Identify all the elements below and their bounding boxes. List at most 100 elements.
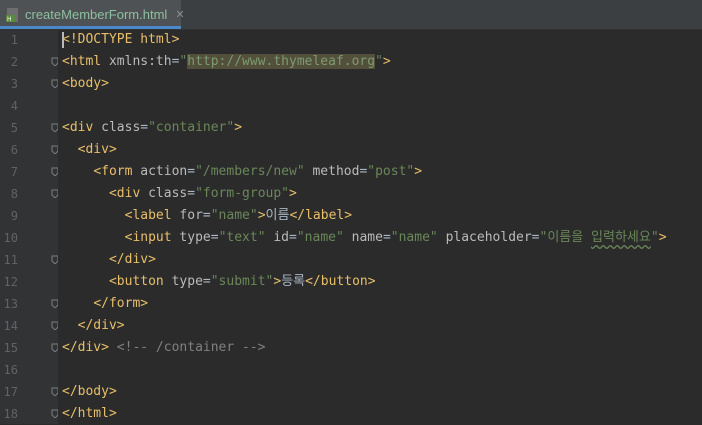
code-token: >: [658, 230, 667, 245]
code-text: </div>: [62, 315, 125, 337]
code-token: </div>: [62, 340, 109, 355]
code-token: </div>: [77, 318, 125, 333]
line-number: 18: [3, 407, 18, 421]
code-text: <button type="submit">등록</button>: [62, 271, 376, 293]
fold-marker-icon[interactable]: [51, 321, 58, 330]
code-line[interactable]: 6 <div>: [0, 139, 702, 161]
line-number: 4: [10, 99, 18, 113]
code-token: </form>: [93, 296, 149, 311]
code-token: =: [382, 230, 391, 245]
code-line[interactable]: 5 <div class="container">: [0, 117, 702, 139]
code-token: name: [351, 230, 383, 245]
file-tab[interactable]: H createMemberForm.html ✕: [0, 0, 185, 29]
code-token: class: [101, 120, 141, 135]
line-number: 7: [10, 165, 18, 179]
line-number: 6: [10, 143, 18, 157]
fold-marker-icon[interactable]: [51, 387, 58, 396]
code-token: </body>: [62, 384, 117, 399]
code-token: =: [289, 230, 297, 245]
code-text: <!DOCTYPE html>: [62, 29, 179, 51]
line-number: 9: [10, 209, 18, 223]
code-token: "submit": [210, 274, 274, 289]
code-token: <input: [124, 230, 180, 245]
code-token: "text": [218, 230, 266, 245]
code-line[interactable]: 11 </div>: [0, 249, 702, 271]
code-token: </div>: [108, 252, 156, 267]
code-token: ": [375, 54, 383, 69]
code-line[interactable]: 17 </body>: [0, 381, 702, 403]
code-text: <html xmlns:th="http://www.thymeleaf.org…: [62, 51, 391, 73]
code-line[interactable]: 12 <button type="submit">등록</button>: [0, 271, 702, 293]
code-line[interactable]: 8 <div class="form-group">: [0, 183, 702, 205]
code-text: <form action="/members/new" method="post…: [62, 161, 422, 183]
code-token: <div>: [77, 142, 117, 157]
line-number: 15: [3, 341, 18, 355]
code-token: >: [382, 54, 391, 69]
code-token: </button>: [305, 274, 376, 289]
line-number: 16: [3, 363, 18, 377]
code-token: </html>: [62, 406, 117, 421]
code-token: >: [234, 120, 243, 135]
code-line[interactable]: 1 <!DOCTYPE html>: [0, 29, 702, 51]
code-line[interactable]: 7 <form action="/members/new" method="po…: [0, 161, 702, 183]
line-number: 1: [10, 33, 18, 47]
code-line[interactable]: 14 </div>: [0, 315, 702, 337]
fold-marker-icon[interactable]: [51, 299, 58, 308]
code-token: "post": [367, 164, 415, 179]
fold-marker-icon[interactable]: [51, 167, 58, 176]
fold-marker-icon[interactable]: [51, 255, 58, 264]
code-token: xmlns:th: [108, 54, 172, 69]
code-line[interactable]: 18 </html>: [0, 403, 702, 425]
code-token: ": [650, 230, 659, 245]
svg-text:H: H: [7, 16, 12, 23]
fold-marker-icon[interactable]: [51, 189, 58, 198]
code-token: method: [312, 164, 360, 179]
code-text: </div> <!-- /container -->: [62, 337, 266, 359]
code-token: >: [414, 164, 423, 179]
fold-marker-icon[interactable]: [51, 79, 58, 88]
fold-marker-icon[interactable]: [51, 409, 58, 418]
code-token: <label: [124, 208, 180, 223]
line-number: 14: [3, 319, 18, 333]
code-text: <label for="name">이름</label>: [62, 205, 352, 227]
code-token: "name": [210, 208, 258, 223]
fold-marker-icon[interactable]: [51, 343, 58, 352]
code-line[interactable]: 13 </form>: [0, 293, 702, 315]
fold-marker-icon[interactable]: [51, 57, 58, 66]
code-token: "container": [148, 120, 235, 135]
line-number: 5: [10, 121, 18, 135]
code-token: =: [202, 274, 211, 289]
code-token: http://www.thymeleaf.org: [187, 54, 376, 69]
line-number: 17: [3, 385, 18, 399]
code-text: </body>: [62, 381, 117, 403]
code-token: for: [179, 208, 203, 223]
text-caret: [62, 32, 64, 48]
code-text: <div class="container">: [62, 117, 242, 139]
code-line[interactable]: 16: [0, 359, 702, 381]
line-number: 10: [3, 231, 18, 245]
code-token: class: [148, 186, 188, 201]
code-token: =: [202, 208, 211, 223]
close-icon[interactable]: ✕: [175, 8, 184, 21]
code-token: <button: [108, 274, 172, 289]
code-line[interactable]: 15 </div> <!-- /container -->: [0, 337, 702, 359]
fold-marker-icon[interactable]: [51, 123, 58, 132]
code-text: </div>: [62, 249, 156, 271]
code-line[interactable]: 2 <html xmlns:th="http://www.thymeleaf.or…: [0, 51, 702, 73]
fold-marker-icon[interactable]: [51, 145, 58, 154]
code-line[interactable]: 4: [0, 95, 702, 117]
code-text: <div class="form-group">: [62, 183, 297, 205]
code-line[interactable]: 10 <input type="text" id="name" name="na…: [0, 227, 702, 249]
code-token: "이름을: [539, 230, 592, 245]
code-token: <div: [62, 120, 102, 135]
code-line[interactable]: 9 <label for="name">이름</label>: [0, 205, 702, 227]
code-line[interactable]: 3 <body>: [0, 73, 702, 95]
code-token: <!-- /container -->: [116, 340, 266, 355]
code-token: "name": [390, 230, 438, 245]
code-token: <div: [108, 186, 149, 201]
code-text: <input type="text" id="name" name="name"…: [62, 227, 667, 249]
